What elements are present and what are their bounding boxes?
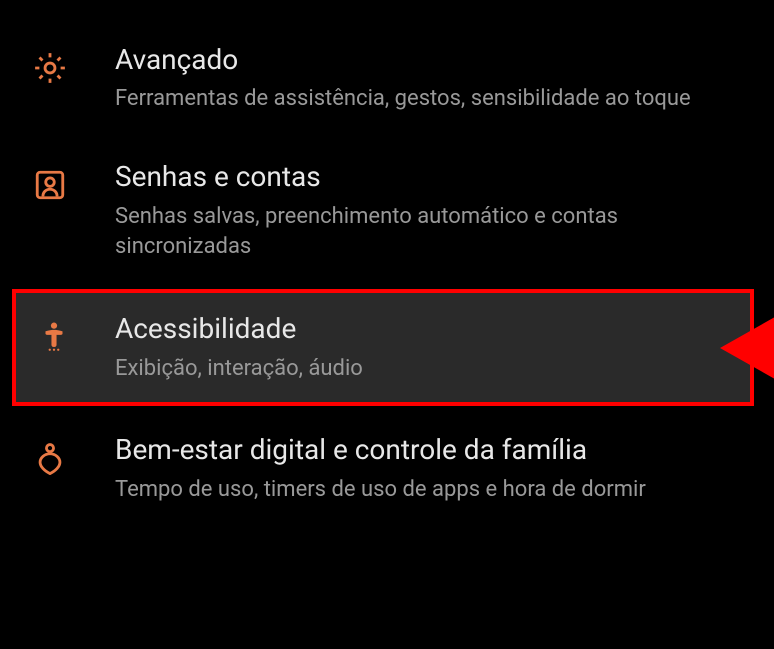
item-subtitle: Tempo de uso, timers de uso de apps e ho… [115,475,744,506]
item-content: Acessibilidade Exibição, interação, áudi… [115,311,732,384]
settings-item-wellbeing[interactable]: Bem-estar digital e controle da família … [0,410,774,527]
item-content: Bem-estar digital e controle da família … [115,432,744,505]
item-subtitle: Exibição, interação, áudio [115,354,732,385]
item-title: Acessibilidade [115,311,732,347]
settings-list: Avançado Ferramentas de assistência, ges… [0,0,774,548]
settings-item-advanced[interactable]: Avançado Ferramentas de assistência, ges… [0,20,774,137]
settings-item-passwords[interactable]: Senhas e contas Senhas salvas, preenchim… [0,137,774,285]
accessibility-icon [34,317,74,357]
item-content: Senhas e contas Senhas salvas, preenchim… [115,159,744,263]
item-subtitle: Senhas salvas, preenchimento automático … [115,202,744,264]
item-content: Avançado Ferramentas de assistência, ges… [115,42,744,115]
account-icon [30,165,70,205]
settings-item-accessibility[interactable]: Acessibilidade Exibição, interação, áudi… [12,289,754,406]
item-subtitle: Ferramentas de assistência, gestos, sens… [115,84,744,115]
wellbeing-icon [30,438,70,478]
item-title: Avançado [115,42,744,78]
item-title: Senhas e contas [115,159,744,195]
item-title: Bem-estar digital e controle da família [115,432,744,468]
gear-icon [30,48,70,88]
